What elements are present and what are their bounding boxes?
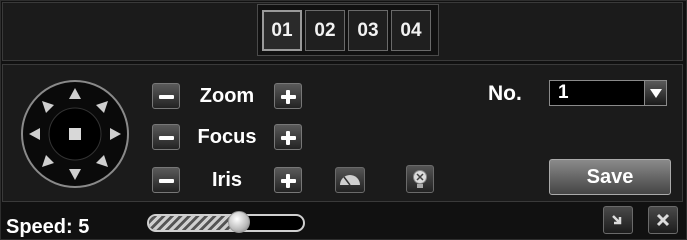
wiper-icon (340, 175, 360, 186)
zoom-label: Zoom (199, 85, 255, 107)
speed-slider-handle[interactable] (227, 211, 250, 233)
preset-number-label: No. (488, 82, 522, 105)
save-button[interactable]: Save (549, 159, 671, 195)
iris-label: Iris (211, 169, 243, 191)
dropdown-arrow-icon[interactable] (644, 81, 666, 105)
iris-close-button[interactable] (152, 167, 180, 193)
speed-slider-fill (149, 216, 239, 230)
preset-number-select[interactable]: 1 (549, 80, 667, 106)
minimize-icon (612, 215, 622, 225)
focus-far-button[interactable] (274, 124, 302, 150)
tab-channel-02[interactable]: 02 (305, 10, 345, 51)
channel-tabs: 01 02 03 04 (257, 4, 439, 56)
close-button[interactable] (648, 206, 678, 234)
speed-label: Speed: 5 (6, 216, 90, 238)
minus-icon (159, 179, 174, 183)
minus-icon (159, 136, 174, 140)
minimize-button[interactable] (603, 206, 633, 234)
zoom-in-button[interactable] (274, 83, 302, 109)
focus-label: Focus (197, 126, 257, 148)
preset-number-value: 1 (558, 82, 569, 103)
ptz-center-stop-icon[interactable] (69, 128, 81, 140)
close-icon (656, 213, 670, 227)
iris-open-button[interactable] (274, 167, 302, 193)
speed-slider-track[interactable] (147, 214, 305, 232)
ptz-direction-pad (21, 80, 129, 188)
zoom-out-button[interactable] (152, 83, 180, 109)
tab-channel-01[interactable]: 01 (262, 10, 302, 51)
light-bulb-icon (413, 170, 427, 188)
minus-icon (159, 95, 174, 99)
tab-channel-04[interactable]: 04 (391, 10, 431, 51)
focus-near-button[interactable] (152, 124, 180, 150)
wiper-button[interactable] (335, 167, 365, 193)
light-button[interactable] (406, 165, 434, 193)
tab-channel-03[interactable]: 03 (348, 10, 388, 51)
